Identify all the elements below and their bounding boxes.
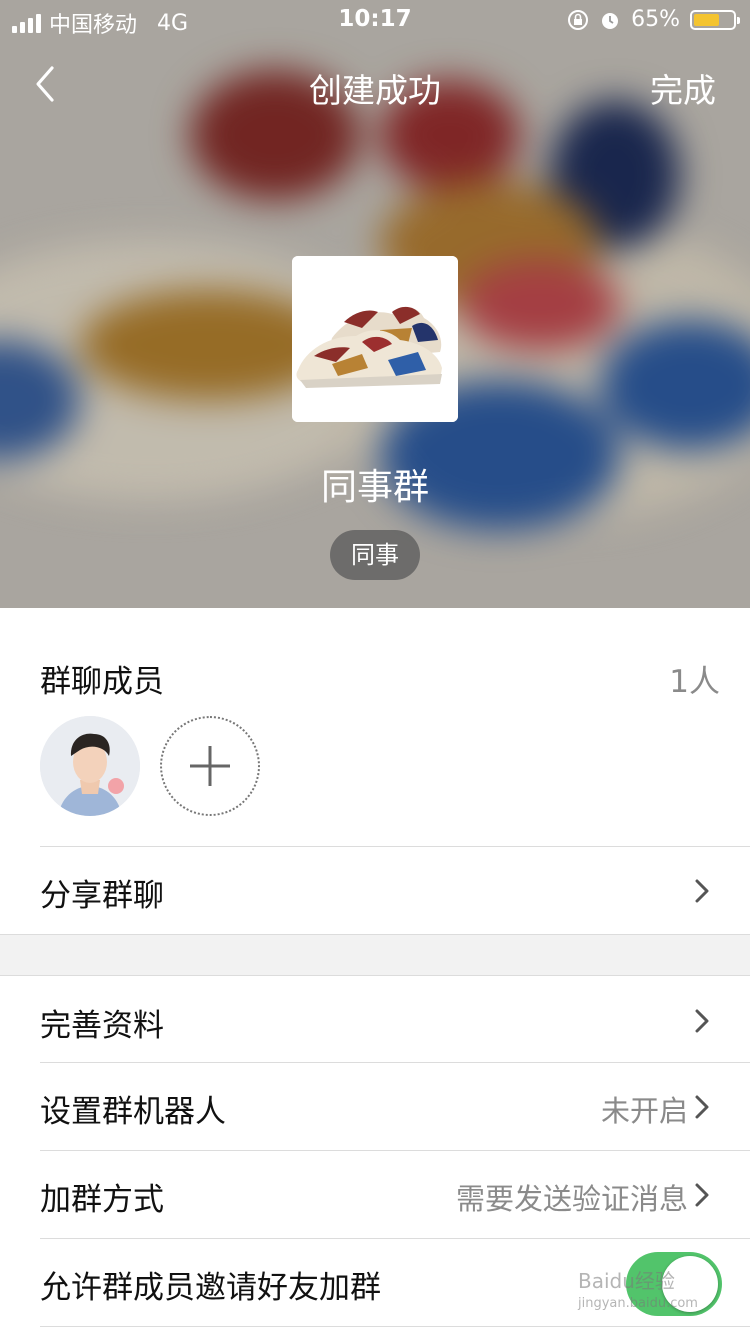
group-robot-status: 未开启 (600, 1094, 688, 1128)
watermark-url: jingyan.baidu.com (578, 1296, 698, 1311)
members-section: 群聊成员 1人 分享群聊 (0, 608, 750, 934)
sneaker-image (292, 256, 458, 422)
watermark-logo: Baidu经验 jingyan.baidu.com (578, 1265, 698, 1311)
group-avatar-image[interactable] (292, 256, 458, 422)
group-robot-row[interactable]: 设置群机器人 未开启 (0, 1064, 750, 1150)
navigation-bar: 创建成功 完成 (0, 50, 750, 120)
avatar (40, 716, 140, 816)
status-bar: 中国移动 4G 10:17 65% (0, 0, 750, 40)
chevron-right-icon (695, 879, 709, 903)
battery-icon (690, 9, 740, 30)
section-separator (0, 934, 750, 976)
group-robot-label: 设置群机器人 (40, 1094, 226, 1130)
battery-percentage: 65% (631, 7, 680, 32)
share-group-row[interactable]: 分享群聊 (0, 848, 750, 934)
group-tag-badge[interactable]: 同事 (330, 530, 420, 580)
member-avatar[interactable] (40, 716, 140, 816)
join-method-row[interactable]: 加群方式 需要发送验证消息 (0, 1152, 750, 1238)
add-member-button[interactable] (160, 716, 260, 816)
allow-invite-label: 允许群成员邀请好友加群 (40, 1270, 381, 1306)
chevron-right-icon (695, 1095, 709, 1119)
rotation-lock-icon (568, 9, 589, 30)
group-name[interactable]: 同事群 (0, 458, 750, 510)
join-method-label: 加群方式 (40, 1182, 164, 1218)
chevron-right-icon (695, 1009, 709, 1033)
members-title: 群聊成员 (40, 664, 164, 700)
done-button[interactable]: 完成 (650, 64, 716, 112)
share-group-label: 分享群聊 (40, 878, 164, 914)
watermark-text: Baidu经验 (578, 1269, 675, 1293)
alarm-icon (602, 12, 619, 29)
page-title: 创建成功 (309, 71, 441, 110)
chevron-right-icon (695, 1183, 709, 1207)
members-count[interactable]: 1人 (669, 656, 720, 701)
complete-profile-label: 完善资料 (40, 1008, 164, 1044)
complete-profile-row[interactable]: 完善资料 (0, 978, 750, 1064)
join-method-value: 需要发送验证消息 (455, 1182, 688, 1216)
